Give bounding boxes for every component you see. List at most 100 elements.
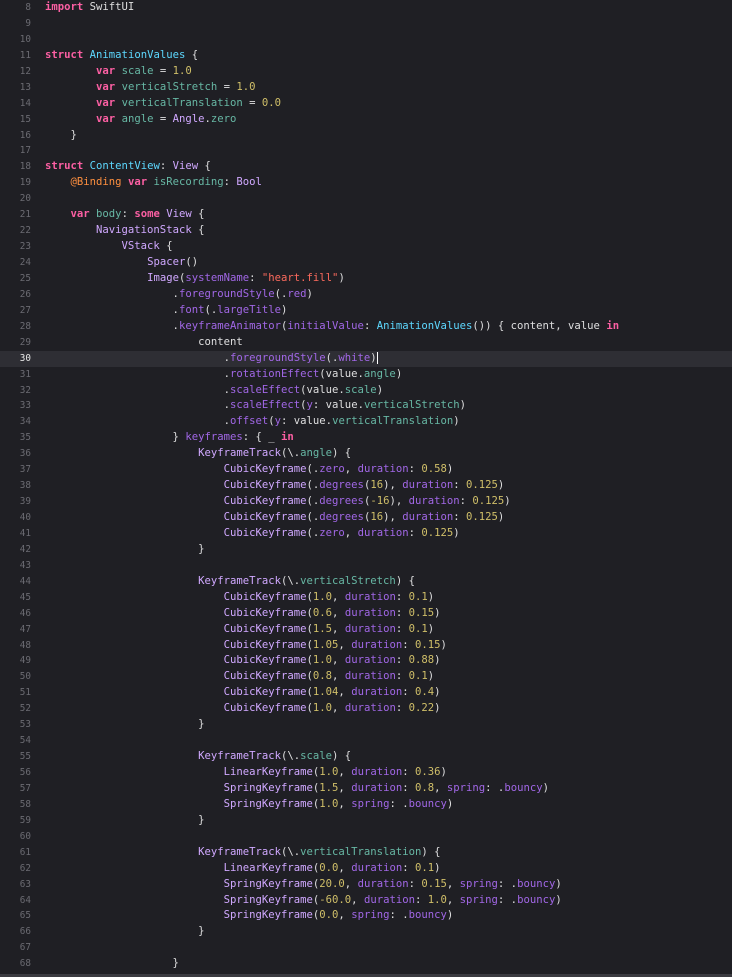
code-line[interactable]: 62 LinearKeyframe(0.0, duration: 0.1) bbox=[0, 861, 732, 877]
code-line[interactable]: 64 SpringKeyframe(-60.0, duration: 1.0, … bbox=[0, 893, 732, 909]
code-token: : bbox=[408, 877, 422, 890]
code-line[interactable]: 61 KeyframeTrack(\.verticalTranslation) … bbox=[0, 845, 732, 861]
code-line[interactable]: 12 var scale = 1.0 bbox=[0, 64, 732, 80]
code-token: , bbox=[332, 590, 345, 603]
code-line[interactable]: 46 CubicKeyframe(0.6, duration: 0.15) bbox=[0, 606, 732, 622]
code-token: ) bbox=[555, 877, 562, 890]
code-line[interactable]: 53 } bbox=[0, 717, 732, 733]
code-line[interactable]: 59 } bbox=[0, 813, 732, 829]
code-token: CubicKeyframe bbox=[223, 606, 307, 619]
code-line[interactable]: 26 .foregroundStyle(.red) bbox=[0, 287, 732, 303]
code-line[interactable]: 54 bbox=[0, 733, 732, 749]
code-line[interactable]: 38 CubicKeyframe(.degrees(16), duration:… bbox=[0, 478, 732, 494]
code-line[interactable]: 13 var verticalStretch = 1.0 bbox=[0, 80, 732, 96]
code-line[interactable]: 33 .scaleEffect(y: value.verticalStretch… bbox=[0, 398, 732, 414]
code-line[interactable]: 43 bbox=[0, 558, 732, 574]
code-token: ) { bbox=[332, 750, 352, 763]
code-line[interactable]: 40 CubicKeyframe(.degrees(16), duration:… bbox=[0, 510, 732, 526]
code-line[interactable]: 49 CubicKeyframe(1.0, duration: 0.88) bbox=[0, 653, 732, 669]
code-token: Bool bbox=[236, 176, 262, 189]
code-line[interactable]: 11 struct AnimationValues { bbox=[0, 48, 732, 64]
code-token: 0.8 bbox=[414, 781, 435, 794]
code-line[interactable]: 63 SpringKeyframe(20.0, duration: 0.15, … bbox=[0, 877, 732, 893]
code-token: , bbox=[338, 861, 352, 874]
code-editor[interactable]: 8 import SwiftUI 9 10 11 struct AnimationValu… bbox=[0, 0, 732, 977]
code-line[interactable]: 10 bbox=[0, 32, 732, 48]
code-line[interactable]: 18 struct ContentView: View { bbox=[0, 159, 732, 175]
code-line[interactable]: 27 .font(.largeTitle) bbox=[0, 303, 732, 319]
code-line[interactable]: 67 bbox=[0, 940, 732, 956]
code-line[interactable]: 57 SpringKeyframe(1.5, duration: 0.8, sp… bbox=[0, 781, 732, 797]
code-line[interactable]: 14 var verticalTranslation = 0.0 bbox=[0, 96, 732, 112]
code-line[interactable]: 34 .offset(y: value.verticalTranslation) bbox=[0, 414, 732, 430]
code-line[interactable]: 23 VStack { bbox=[0, 239, 732, 255]
code-line[interactable]: 51 CubicKeyframe(1.04, duration: 0.4) bbox=[0, 685, 732, 701]
code-token: ) bbox=[453, 415, 460, 428]
code-line[interactable]: 31 .rotationEffect(value.angle) bbox=[0, 367, 732, 383]
code-line[interactable]: 32 .scaleEffect(value.scale) bbox=[0, 383, 732, 399]
code-line[interactable]: 66 } bbox=[0, 924, 732, 940]
code-text: } bbox=[45, 717, 204, 733]
code-line[interactable]: 37 CubicKeyframe(.zero, duration: 0.58) bbox=[0, 462, 732, 478]
code-line[interactable]: 25 Image(systemName: "heart.fill") bbox=[0, 271, 732, 287]
code-token: CubicKeyframe bbox=[223, 622, 307, 635]
code-line[interactable]: 47 CubicKeyframe(1.5, duration: 0.1) bbox=[0, 622, 732, 638]
code-line[interactable]: 36 KeyframeTrack(\.angle) { bbox=[0, 446, 732, 462]
line-number: 54 bbox=[19, 735, 31, 747]
code-line[interactable]: 16 } bbox=[0, 128, 732, 144]
code-text: VStack { bbox=[45, 239, 173, 255]
code-line[interactable]: 28 .keyframeAnimator(initialValue: Anima… bbox=[0, 319, 732, 335]
code-line[interactable]: 29 content bbox=[0, 335, 732, 351]
code-line[interactable]: 44 KeyframeTrack(\.verticalStretch) { bbox=[0, 574, 732, 590]
code-token: scaleEffect bbox=[229, 383, 301, 396]
code-line[interactable]: 19 @Binding var isRecording: Bool bbox=[0, 175, 732, 191]
code-token: , bbox=[338, 909, 352, 922]
code-token: systemName bbox=[185, 271, 250, 284]
code-text: CubicKeyframe(1.0, duration: 0.1) bbox=[45, 590, 435, 606]
code-token: ) bbox=[446, 909, 454, 922]
code-token: ) bbox=[395, 367, 403, 380]
code-token: scale bbox=[300, 750, 333, 763]
code-line[interactable]: 30 .foregroundStyle(.white) bbox=[0, 350, 732, 367]
code-line[interactable]: 55 KeyframeTrack(\.scale) { bbox=[0, 749, 732, 765]
code-token: 1.05 bbox=[312, 638, 339, 651]
code-line[interactable]: 48 CubicKeyframe(1.05, duration: 0.15) bbox=[0, 638, 732, 654]
code-line[interactable]: 58 SpringKeyframe(1.0, spring: .bouncy) bbox=[0, 797, 732, 813]
code-token: bouncy bbox=[408, 909, 447, 922]
code-line[interactable]: 9 bbox=[0, 16, 732, 32]
code-line[interactable]: 41 CubicKeyframe(.zero, duration: 0.125) bbox=[0, 526, 732, 542]
code-line[interactable]: 24 Spacer() bbox=[0, 255, 732, 271]
code-line[interactable]: 45 CubicKeyframe(1.0, duration: 0.1) bbox=[0, 590, 732, 606]
code-token: ) bbox=[446, 797, 454, 810]
code-token: ) bbox=[427, 622, 435, 635]
code-line[interactable]: 21 var body: some View { bbox=[0, 207, 732, 223]
code-token: 0.1 bbox=[408, 622, 428, 635]
code-token: : bbox=[249, 271, 262, 284]
code-line[interactable]: 56 LinearKeyframe(1.0, duration: 0.36) bbox=[0, 765, 732, 781]
code-token: (. bbox=[274, 287, 288, 300]
code-line[interactable]: 68 } bbox=[0, 956, 732, 972]
code-line[interactable]: 35 } keyframes: { _ in bbox=[0, 430, 732, 446]
code-line[interactable]: 39 CubicKeyframe(.degrees(-16), duration… bbox=[0, 494, 732, 510]
code-token: : bbox=[402, 638, 415, 651]
code-line[interactable]: 15 var angle = Angle.zero bbox=[0, 112, 732, 128]
line-number: 36 bbox=[19, 448, 31, 460]
code-line[interactable]: 8 import SwiftUI bbox=[0, 0, 732, 16]
code-token: : . bbox=[485, 781, 505, 794]
code-token: (\. bbox=[281, 447, 301, 460]
code-line[interactable]: 17 bbox=[0, 143, 732, 159]
code-token: , bbox=[344, 877, 358, 890]
code-line[interactable]: 65 SpringKeyframe(0.0, spring: .bouncy) bbox=[0, 908, 732, 924]
code-line[interactable]: 52 CubicKeyframe(1.0, duration: 0.22) bbox=[0, 701, 732, 717]
code-line[interactable]: 50 CubicKeyframe(0.8, duration: 0.1) bbox=[0, 669, 732, 685]
code-line[interactable]: 20 bbox=[0, 191, 732, 207]
code-line[interactable]: 60 bbox=[0, 829, 732, 845]
code-line[interactable]: 42 } bbox=[0, 542, 732, 558]
line-number: 51 bbox=[19, 687, 31, 699]
code-line[interactable]: 22 NavigationStack { bbox=[0, 223, 732, 239]
